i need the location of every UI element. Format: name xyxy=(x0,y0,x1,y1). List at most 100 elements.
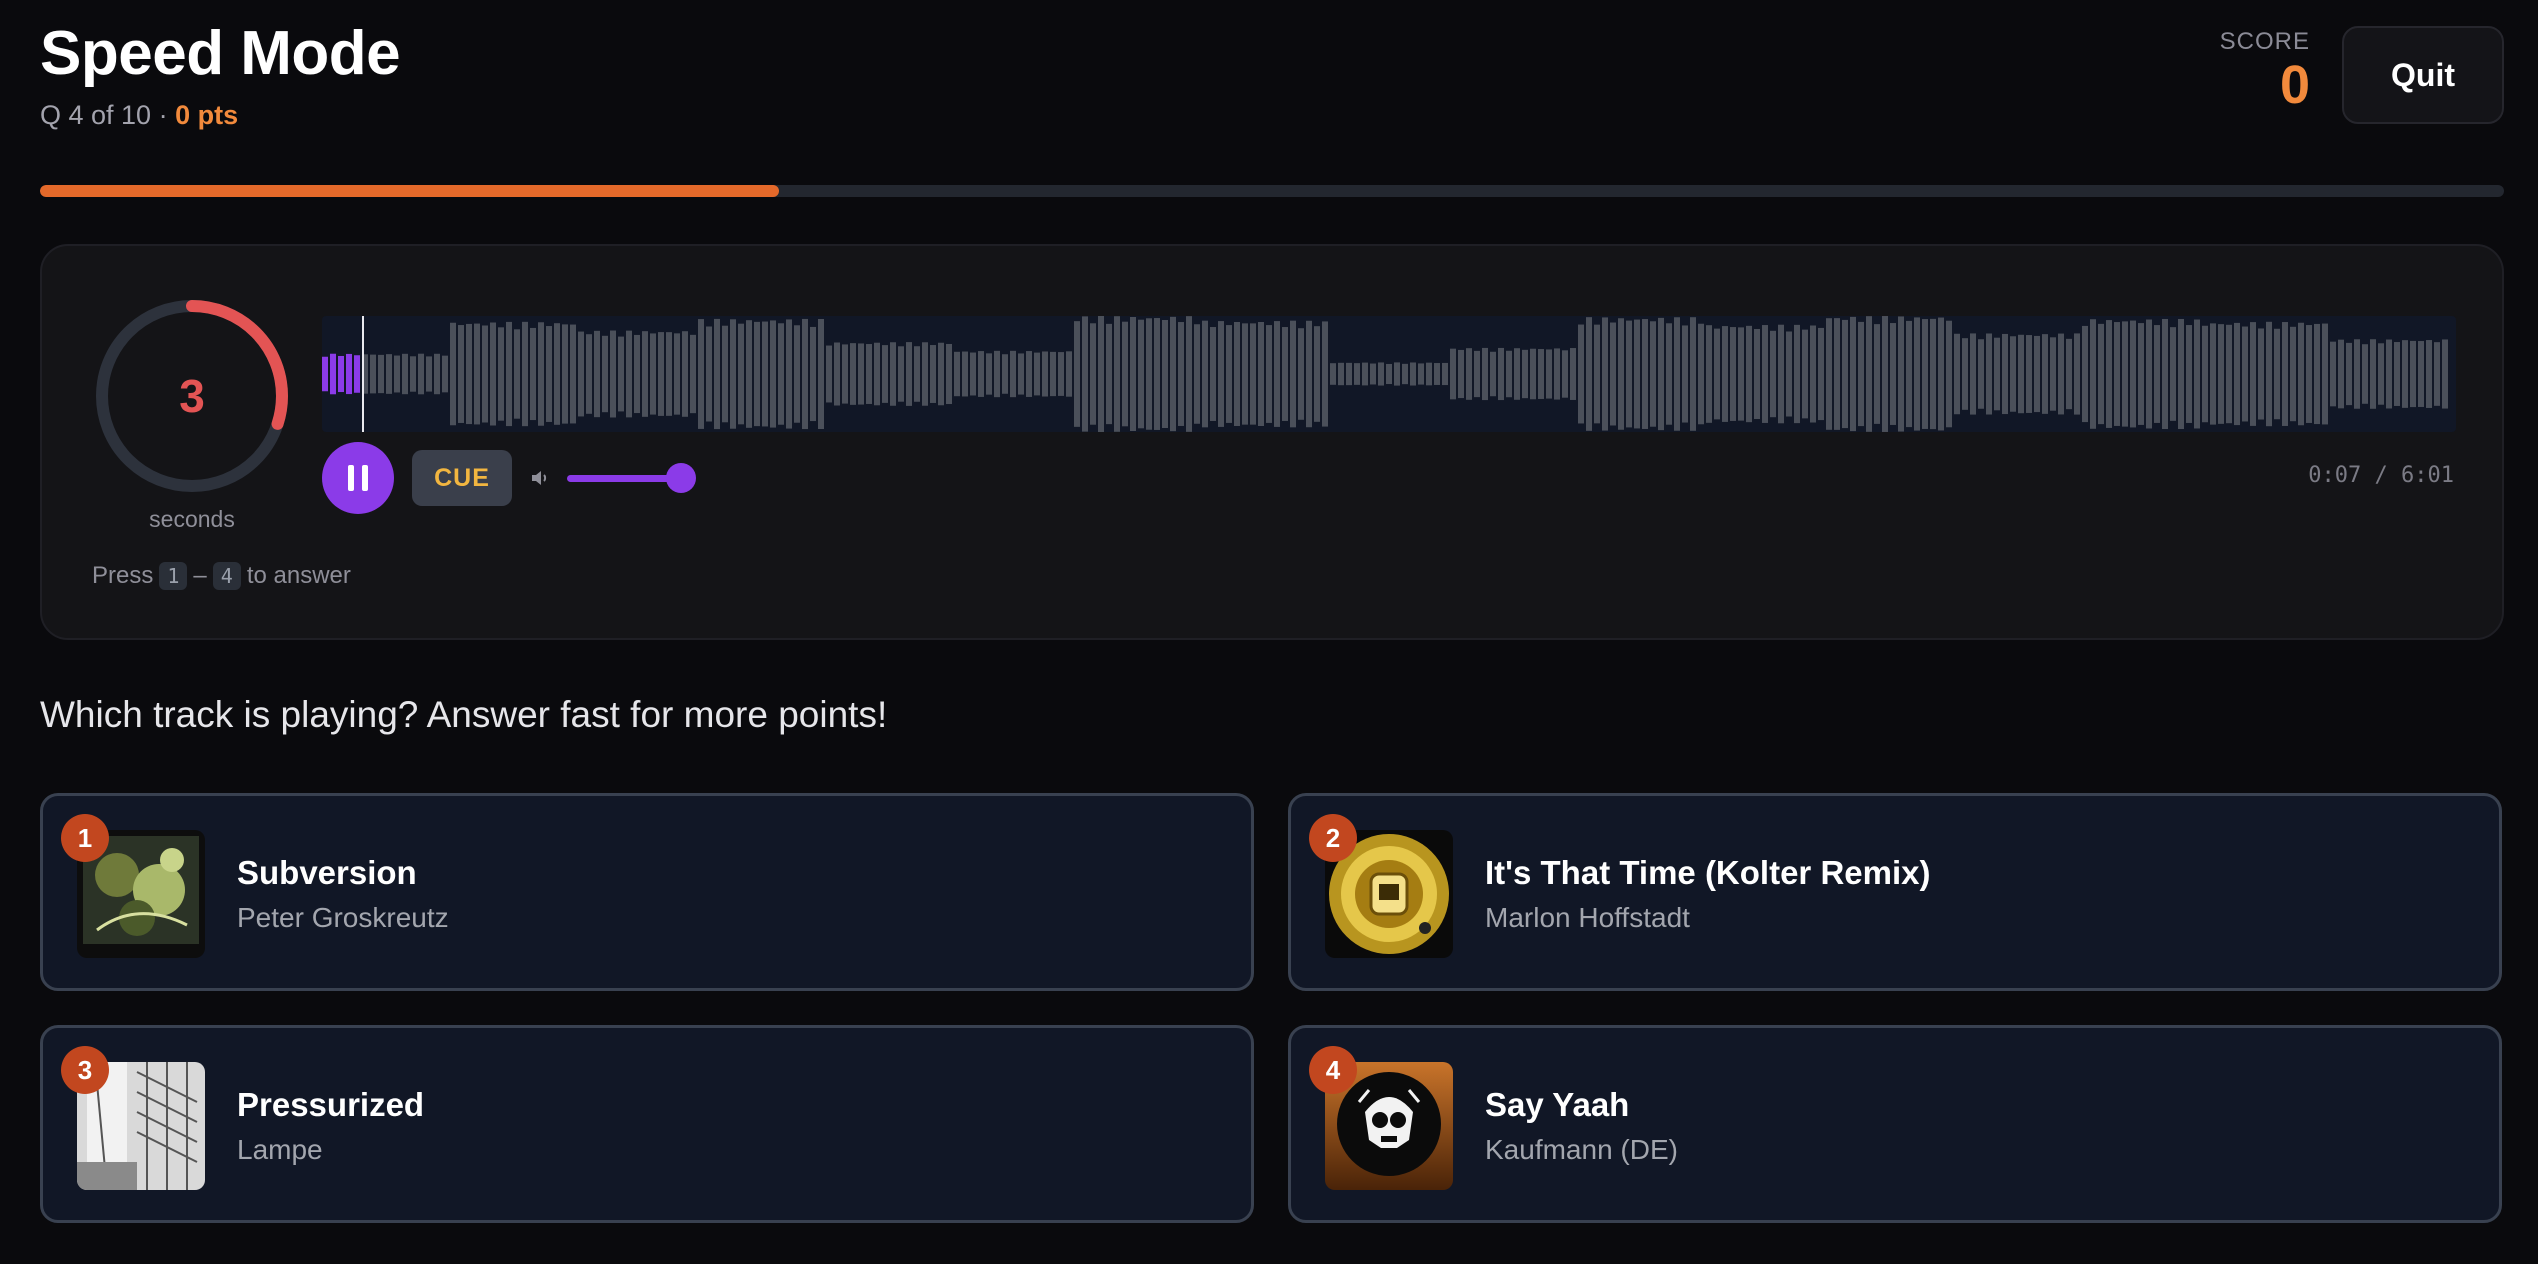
waveform-bar xyxy=(2306,325,2312,423)
waveform-bar xyxy=(1642,319,1648,429)
waveform-bar xyxy=(2330,341,2336,407)
waveform-bar xyxy=(2410,340,2416,408)
waveform-bar xyxy=(1130,316,1136,432)
countdown-unit: seconds xyxy=(149,506,235,532)
waveform-bar xyxy=(1210,327,1216,421)
answer-artist: Lampe xyxy=(237,1134,323,1165)
waveform-bar xyxy=(1146,318,1152,430)
quit-button[interactable]: Quit xyxy=(2342,26,2504,124)
waveform-bar xyxy=(602,335,608,413)
waveform-bar xyxy=(1442,362,1448,386)
waveform-bar xyxy=(1746,325,1752,423)
volume-slider-track[interactable] xyxy=(567,475,679,482)
waveform-bar xyxy=(2258,328,2264,420)
waveform-bar xyxy=(1274,321,1280,427)
waveform-bar xyxy=(522,321,528,427)
answer-artist: Peter Groskreutz xyxy=(237,902,449,933)
waveform-bar xyxy=(1706,325,1712,423)
waveform-bar xyxy=(1282,327,1288,421)
waveform-bar xyxy=(2170,327,2176,421)
waveform-bar xyxy=(1002,354,1008,394)
waveform-bar xyxy=(2242,326,2248,422)
waveform-bar xyxy=(1378,362,1384,386)
waveform-bar xyxy=(506,321,512,427)
waveform-bar xyxy=(1298,328,1304,420)
waveform-bar xyxy=(1218,321,1224,427)
waveform-bar xyxy=(458,325,464,423)
waveform-bar xyxy=(538,322,544,426)
waveform-scrubber[interactable] xyxy=(322,316,2456,432)
cue-button[interactable]: CUE xyxy=(412,450,512,506)
waveform-bar xyxy=(2386,339,2392,409)
waveform-bar xyxy=(1866,316,1872,432)
waveform-bar xyxy=(1162,319,1168,429)
waveform-bar xyxy=(770,320,776,428)
waveform-bar xyxy=(1090,323,1096,425)
waveform-bar xyxy=(1842,319,1848,429)
waveform-bar xyxy=(1786,331,1792,417)
waveform-bar xyxy=(1650,321,1656,427)
answer-option-3[interactable]: 3 Pressurized Lampe xyxy=(40,1025,1254,1223)
waveform-bar xyxy=(930,345,936,403)
waveform-bar xyxy=(1498,347,1504,401)
waveform-bar xyxy=(1186,316,1192,432)
waveform-bar xyxy=(746,320,752,428)
waveform-bar xyxy=(914,346,920,402)
keyboard-hint: Press 1 – 4 to answer xyxy=(92,562,351,590)
volume-icon[interactable] xyxy=(528,466,552,490)
answer-option-2[interactable]: 2 It's That Time (Kolter Remix) Marlon H… xyxy=(1288,793,2502,991)
volume-slider-knob[interactable] xyxy=(666,463,696,493)
waveform-bar xyxy=(2146,319,2152,429)
waveform-bar xyxy=(1314,326,1320,422)
waveform-bar xyxy=(1986,333,1992,415)
waveform-bar xyxy=(2274,328,2280,420)
waveform-bar xyxy=(490,322,496,426)
answer-option-1[interactable]: 1 Subversion Peter Groskreutz xyxy=(40,793,1254,991)
waveform-bar xyxy=(1826,318,1832,430)
waveform-bar xyxy=(1466,348,1472,400)
waveform-bar xyxy=(650,333,656,415)
waveform-bar xyxy=(578,331,584,417)
waveform-bar xyxy=(1738,327,1744,421)
waveform-bar xyxy=(618,336,624,412)
waveform-bar xyxy=(1962,338,1968,410)
waveform-bar xyxy=(530,327,536,421)
waveform-bar xyxy=(1850,316,1856,432)
waveform-bar xyxy=(2010,336,2016,412)
waveform-bar xyxy=(2042,334,2048,414)
waveform-bar xyxy=(1258,321,1264,427)
pause-button[interactable] xyxy=(322,442,394,514)
waveform-bar xyxy=(1930,318,1936,430)
waveform-bar xyxy=(394,355,400,393)
waveform-bar xyxy=(370,354,376,394)
waveform-bar xyxy=(2138,323,2144,425)
waveform-bar xyxy=(322,356,328,392)
waveform-bar xyxy=(1322,321,1328,427)
waveform-bar xyxy=(1818,327,1824,421)
waveform-bar xyxy=(642,331,648,417)
waveform-bar xyxy=(1770,330,1776,418)
waveform-bar xyxy=(2378,343,2384,405)
waveform-bar xyxy=(2434,342,2440,406)
answer-number-badge: 2 xyxy=(1309,814,1357,862)
waveform-bar xyxy=(1202,320,1208,428)
waveform-bar xyxy=(1882,316,1888,432)
playhead[interactable] xyxy=(362,316,364,432)
waveform-bar xyxy=(1338,362,1344,386)
waveform-bar xyxy=(1050,351,1056,397)
waveform-bar xyxy=(810,326,816,422)
waveform-bar xyxy=(986,353,992,395)
countdown-timer: 3 xyxy=(92,296,292,496)
waveform-bar xyxy=(994,350,1000,398)
waveform-bar xyxy=(1858,321,1864,427)
waveform-bar xyxy=(1538,349,1544,399)
waveform-bar xyxy=(690,334,696,414)
waveform-bar xyxy=(2090,319,2096,429)
waveform-bar xyxy=(2338,339,2344,409)
waveform-bar xyxy=(946,343,952,405)
waveform-bar xyxy=(698,319,704,429)
waveform-bar xyxy=(874,342,880,406)
waveform-bar xyxy=(346,353,352,395)
answer-option-4[interactable]: 4 Say Yaah Kaufmann (DE) xyxy=(1288,1025,2502,1223)
waveform-bar xyxy=(2122,321,2128,427)
